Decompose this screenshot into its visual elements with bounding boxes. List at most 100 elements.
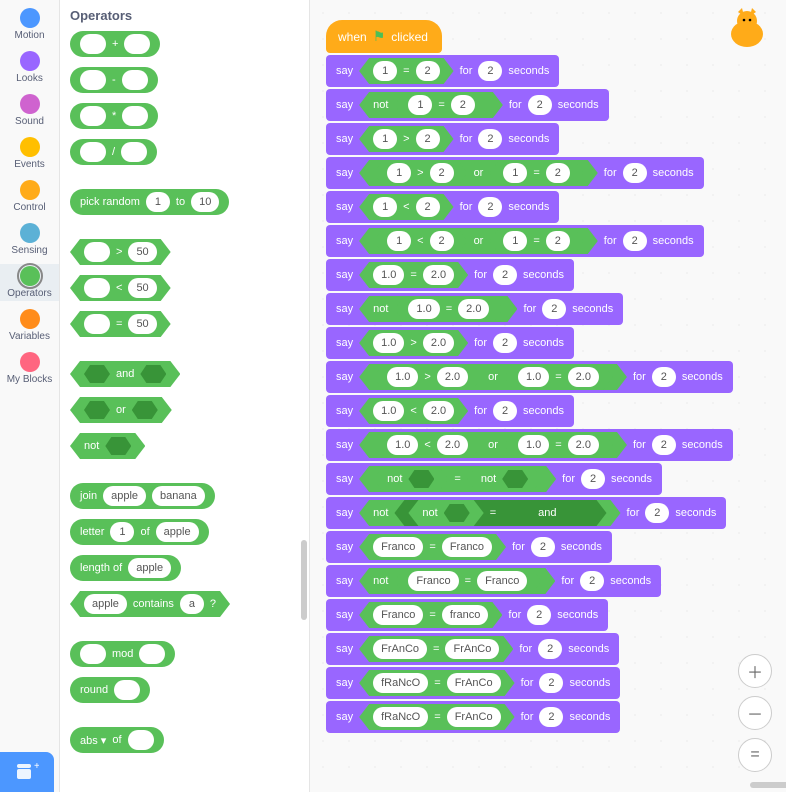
not-block[interactable]: not [70, 433, 145, 459]
round-block[interactable]: round [70, 677, 150, 703]
say-for-block[interactable]: say 1=2 for 2 seconds [326, 55, 559, 87]
not-reporter[interactable]: notFranco=Franco [359, 568, 555, 594]
seconds-input[interactable]: 2 [538, 639, 562, 659]
gt-reporter[interactable]: 1>2 [373, 160, 467, 186]
category-variables[interactable]: Variables [0, 307, 59, 344]
value-input[interactable]: 1.0 [373, 401, 404, 421]
say-for-block[interactable]: say not1=2 for 2 seconds [326, 89, 609, 121]
eq-reporter[interactable]: Franco=franco [359, 602, 502, 628]
seconds-input[interactable]: 2 [493, 333, 517, 353]
eq-reporter[interactable]: 1.0=2.0 [394, 296, 503, 322]
value-input[interactable]: 2 [546, 163, 570, 183]
category-sound[interactable]: Sound [0, 92, 59, 129]
eq-reporter[interactable]: not=not [359, 466, 556, 492]
say-for-block[interactable]: say Franco=Franco for 2 seconds [326, 531, 612, 563]
value-input[interactable]: 2 [416, 61, 440, 81]
seconds-input[interactable]: 2 [527, 605, 551, 625]
say-for-block[interactable]: say FrAnCo=FrAnCo for 2 seconds [326, 633, 619, 665]
or-reporter[interactable]: 1<2or1=2 [359, 228, 598, 254]
sub-block[interactable]: - [70, 67, 158, 93]
gt-reporter[interactable]: 1>2 [359, 126, 453, 152]
letter-of-block[interactable]: letter1ofapple [70, 519, 209, 545]
or-block[interactable]: or [70, 397, 172, 423]
zoom-in-button[interactable]: ＋ [738, 654, 772, 688]
not-reporter[interactable]: not [467, 466, 542, 492]
say-for-block[interactable]: say 1.0<2.0 for 2 seconds [326, 395, 574, 427]
value-input[interactable]: 1.0 [387, 435, 418, 455]
value-input[interactable]: 1.0 [518, 435, 549, 455]
value-input[interactable]: 1 [373, 129, 397, 149]
category-looks[interactable]: Looks [0, 49, 59, 86]
lt-reporter[interactable]: 1.0<2.0 [359, 398, 468, 424]
mul-block[interactable]: * [70, 103, 158, 129]
seconds-input[interactable]: 2 [623, 231, 647, 251]
value-input[interactable]: franco [442, 605, 489, 625]
or-reporter[interactable]: 1.0<2.0or1.0=2.0 [359, 432, 627, 458]
category-sensing[interactable]: Sensing [0, 221, 59, 258]
value-input[interactable]: FrAnCo [447, 707, 501, 727]
value-input[interactable]: 2 [416, 129, 440, 149]
value-input[interactable]: fRaNcO [373, 707, 428, 727]
lt-reporter[interactable]: 1<2 [373, 228, 467, 254]
value-input[interactable]: 2 [451, 95, 475, 115]
category-operators[interactable]: Operators [0, 264, 59, 301]
and-reporter[interactable]: not=and [394, 500, 606, 526]
value-input[interactable]: 2.0 [423, 333, 454, 353]
say-for-block[interactable]: say fRaNcO=FrAnCo for 2 seconds [326, 701, 620, 733]
value-input[interactable]: 2.0 [568, 435, 599, 455]
say-for-block[interactable]: say 1<2 for 2 seconds [326, 191, 559, 223]
seconds-input[interactable]: 2 [542, 299, 566, 319]
not-reporter[interactable]: not1=2 [359, 92, 503, 118]
contains-block[interactable]: applecontainsa? [70, 591, 230, 617]
mod-block[interactable]: mod [70, 641, 175, 667]
seconds-input[interactable]: 2 [580, 571, 604, 591]
div-block[interactable]: / [70, 139, 157, 165]
empty-bool-slot[interactable] [444, 504, 470, 522]
say-for-block[interactable]: say 1.0<2.0or1.0=2.0 for 2 seconds [326, 429, 733, 461]
length-of-block[interactable]: length ofapple [70, 555, 181, 581]
value-input[interactable]: 2 [546, 231, 570, 251]
zoom-out-button[interactable]: － [738, 696, 772, 730]
eq-reporter[interactable]: fRaNcO=FrAnCo [359, 704, 514, 730]
eq-reporter[interactable]: 1.0=2.0 [359, 262, 468, 288]
or-reporter[interactable]: 1>2or1=2 [359, 160, 598, 186]
value-input[interactable]: 2 [416, 197, 440, 217]
value-input[interactable]: 1.0 [408, 299, 439, 319]
value-input[interactable]: Franco [408, 571, 458, 591]
value-input[interactable]: 1 [373, 197, 397, 217]
not-reporter[interactable]: notnot=and [359, 500, 620, 526]
not-reporter[interactable]: not1.0=2.0 [359, 296, 517, 322]
and-block[interactable]: and [70, 361, 180, 387]
when-flag-clicked-block[interactable]: when ⚑ clicked [326, 20, 442, 53]
say-for-block[interactable]: say notnot=and for 2 seconds [326, 497, 726, 529]
palette-scrollbar[interactable] [301, 540, 307, 620]
seconds-input[interactable]: 2 [539, 673, 563, 693]
pick-random-block[interactable]: pick random1to10 [70, 189, 229, 215]
seconds-input[interactable]: 2 [652, 367, 676, 387]
not-reporter[interactable]: not [373, 466, 448, 492]
join-block[interactable]: joinapplebanana [70, 483, 215, 509]
say-for-block[interactable]: say Franco=franco for 2 seconds [326, 599, 608, 631]
value-input[interactable]: 1 [387, 231, 411, 251]
value-input[interactable]: 1.0 [373, 265, 404, 285]
say-for-block[interactable]: say not=not for 2 seconds [326, 463, 662, 495]
eq-block[interactable]: =50 [70, 311, 171, 337]
eq-reporter[interactable]: Franco=Franco [359, 534, 506, 560]
seconds-input[interactable]: 2 [539, 707, 563, 727]
category-events[interactable]: Events [0, 135, 59, 172]
value-input[interactable]: 1.0 [387, 367, 418, 387]
say-for-block[interactable]: say 1>2or1=2 for 2 seconds [326, 157, 704, 189]
value-input[interactable]: 1 [387, 163, 411, 183]
say-for-block[interactable]: say notFranco=Franco for 2 seconds [326, 565, 661, 597]
empty-bool-slot[interactable] [408, 470, 434, 488]
seconds-input[interactable]: 2 [478, 197, 502, 217]
empty-bool-slot[interactable] [502, 504, 528, 522]
eq-reporter[interactable]: 1=2 [489, 160, 583, 186]
value-input[interactable]: 1.0 [518, 367, 549, 387]
value-input[interactable]: 2.0 [423, 265, 454, 285]
value-input[interactable]: Franco [442, 537, 492, 557]
say-for-block[interactable]: say 1>2 for 2 seconds [326, 123, 559, 155]
value-input[interactable]: 2.0 [458, 299, 489, 319]
eq-reporter[interactable]: 1.0=2.0 [504, 364, 613, 390]
not-reporter[interactable]: not [408, 500, 483, 526]
